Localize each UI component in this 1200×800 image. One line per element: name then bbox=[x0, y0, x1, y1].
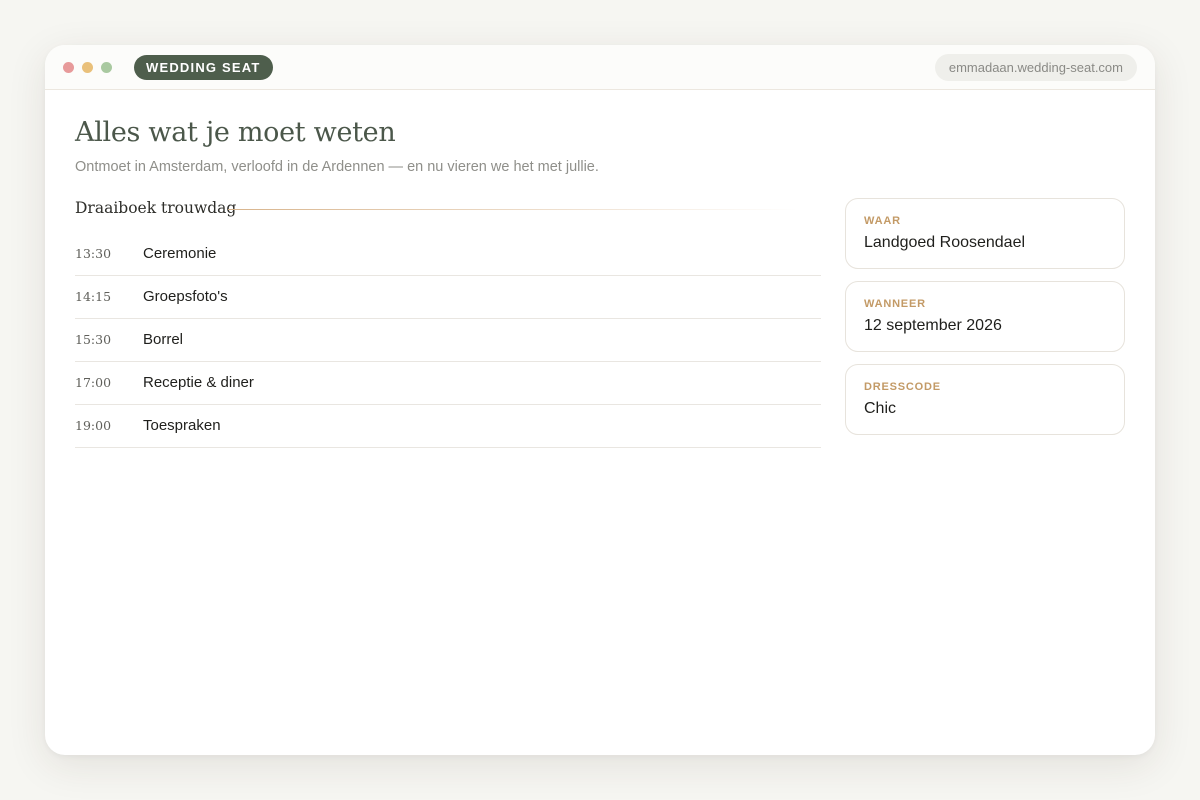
schedule-item: 14:15 Groepsfoto's bbox=[75, 276, 821, 319]
schedule-item: 17:00 Receptie & diner bbox=[75, 362, 821, 405]
schedule-heading: Draaiboek trouwdag bbox=[75, 199, 237, 217]
page-title: Alles wat je moet weten bbox=[75, 117, 396, 148]
url-bar[interactable]: emmadaan.wedding-seat.com bbox=[934, 54, 1137, 81]
schedule-event: Receptie & diner bbox=[143, 374, 254, 391]
info-card-where: WAAR Landgoed Roosendael bbox=[845, 198, 1125, 269]
info-card-value: Chic bbox=[864, 400, 897, 417]
schedule-event: Ceremonie bbox=[143, 245, 217, 262]
brand-badge[interactable]: WEDDING SEAT bbox=[134, 55, 273, 80]
schedule-item: 19:00 Toespraken bbox=[75, 405, 821, 448]
minimize-window-button[interactable] bbox=[82, 62, 93, 73]
info-card-label: WANNEER bbox=[864, 298, 926, 310]
schedule-time: 15:30 bbox=[75, 332, 112, 347]
schedule-item: 15:30 Borrel bbox=[75, 319, 821, 362]
info-card-label: WAAR bbox=[864, 215, 901, 227]
schedule-time: 17:00 bbox=[75, 375, 112, 390]
schedule-time: 13:30 bbox=[75, 246, 112, 261]
schedule-event: Borrel bbox=[143, 331, 184, 348]
schedule-item: 13:30 Ceremonie bbox=[75, 233, 821, 276]
schedule-event: Toespraken bbox=[143, 417, 221, 434]
schedule-divider bbox=[228, 209, 798, 210]
schedule-time: 14:15 bbox=[75, 289, 112, 304]
browser-window: WEDDING SEAT emmadaan.wedding-seat.com A… bbox=[45, 45, 1155, 755]
page-subtitle: Ontmoet in Amsterdam, verloofd in de Ard… bbox=[75, 159, 599, 175]
schedule-event: Groepsfoto's bbox=[143, 288, 228, 305]
info-card-value: 12 september 2026 bbox=[864, 317, 1002, 334]
schedule-time: 19:00 bbox=[75, 418, 112, 433]
maximize-window-button[interactable] bbox=[101, 62, 112, 73]
window-titlebar: WEDDING SEAT emmadaan.wedding-seat.com bbox=[45, 45, 1155, 90]
close-window-button[interactable] bbox=[63, 62, 74, 73]
info-card-when: WANNEER 12 september 2026 bbox=[845, 281, 1125, 352]
info-card-label: DRESSCODE bbox=[864, 381, 941, 393]
info-card-dresscode: DRESSCODE Chic bbox=[845, 364, 1125, 435]
schedule-list: 13:30 Ceremonie 14:15 Groepsfoto's 15:30… bbox=[75, 233, 821, 448]
info-card-value: Landgoed Roosendael bbox=[864, 234, 1026, 251]
